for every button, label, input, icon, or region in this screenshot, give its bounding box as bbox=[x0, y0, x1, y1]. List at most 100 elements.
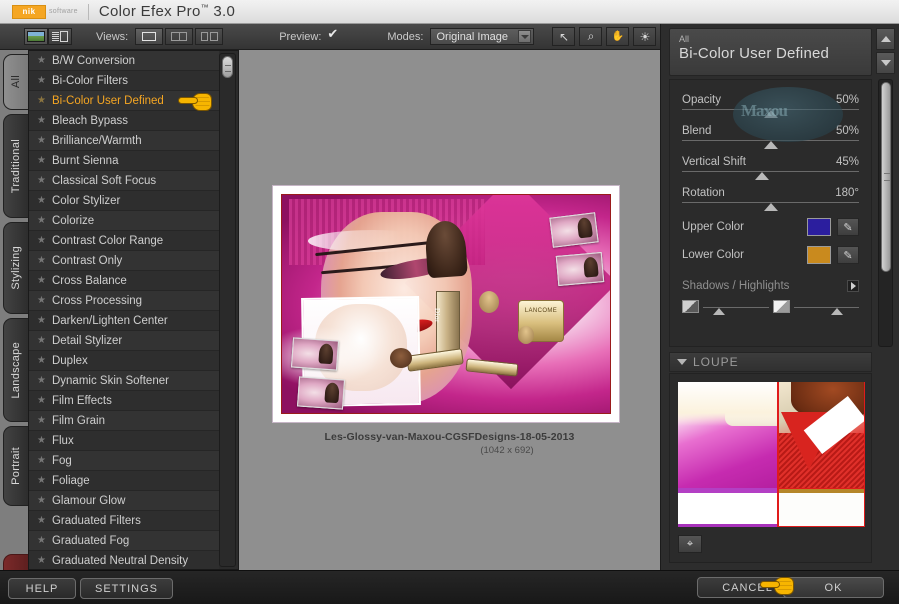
filter-list-item[interactable]: ★ Duplex bbox=[29, 351, 219, 371]
shadow-chip[interactable] bbox=[682, 300, 699, 313]
star-icon[interactable]: ★ bbox=[37, 95, 46, 106]
filter-list-item[interactable]: ★ Contrast Only bbox=[29, 251, 219, 271]
filter-list-item[interactable]: ★ Graduated Neutral Density bbox=[29, 551, 219, 569]
filter-list-item[interactable]: ★ Cross Balance bbox=[29, 271, 219, 291]
highlight-chip[interactable] bbox=[772, 300, 790, 313]
color-swatch[interactable] bbox=[807, 246, 831, 264]
filter-list-item[interactable]: ★ Bleach Bypass bbox=[29, 111, 219, 131]
slider-knob[interactable] bbox=[754, 172, 769, 180]
ok-button[interactable]: OK bbox=[783, 577, 884, 598]
star-icon[interactable]: ★ bbox=[37, 435, 46, 446]
loupe-preview[interactable] bbox=[678, 382, 865, 527]
star-icon[interactable]: ★ bbox=[37, 155, 46, 166]
eyedropper-icon[interactable]: ✎ bbox=[837, 218, 859, 236]
arrow-select-tool[interactable]: ↖ bbox=[552, 27, 576, 46]
slider-opacity[interactable]: Opacity 50% bbox=[682, 94, 859, 118]
rail-tab-stylizing[interactable]: Stylizing bbox=[3, 222, 28, 314]
star-icon[interactable]: ★ bbox=[37, 415, 46, 426]
filter-list-scrollbar[interactable] bbox=[219, 53, 236, 567]
preview-image[interactable]: Dior LANCOME bbox=[281, 194, 611, 414]
filter-list-item[interactable]: ★ Brilliance/Warmth bbox=[29, 131, 219, 151]
highlight-knob[interactable] bbox=[831, 308, 844, 315]
star-icon[interactable]: ★ bbox=[37, 335, 46, 346]
next-filter-button[interactable] bbox=[876, 52, 895, 74]
filter-list-item[interactable]: ★ Detail Stylizer bbox=[29, 331, 219, 351]
filter-list-item[interactable]: ★ Colorize bbox=[29, 211, 219, 231]
star-icon[interactable]: ★ bbox=[37, 375, 46, 386]
slider-blend[interactable]: Blend 50% bbox=[682, 125, 859, 149]
settings-button[interactable]: SETTINGS bbox=[80, 578, 173, 599]
star-icon[interactable]: ★ bbox=[37, 475, 46, 486]
filter-list[interactable]: ★ B/W Conversion ★ Bi-Color Filters ★ Bi-Colo… bbox=[29, 51, 219, 569]
help-button[interactable]: HELP bbox=[8, 578, 76, 599]
filter-list-item[interactable]: ★ B/W Conversion bbox=[29, 51, 219, 71]
settings-scrollbar[interactable] bbox=[878, 79, 893, 347]
rail-tab-traditional[interactable]: Traditional bbox=[3, 114, 28, 218]
view-sidebyside-button[interactable] bbox=[195, 28, 224, 45]
preview-checkbox[interactable] bbox=[327, 26, 339, 42]
star-icon[interactable]: ★ bbox=[37, 495, 46, 506]
slider-track[interactable] bbox=[682, 202, 859, 211]
filter-list-item[interactable]: ★ Fog bbox=[29, 451, 219, 471]
filter-list-item[interactable]: ★ Bi-Color Filters bbox=[29, 71, 219, 91]
slider-rotation[interactable]: Rotation 180° bbox=[682, 187, 859, 211]
rail-tab-all[interactable]: All bbox=[3, 54, 28, 110]
star-icon[interactable]: ★ bbox=[37, 535, 46, 546]
filter-list-item[interactable]: ★ Contrast Color Range bbox=[29, 231, 219, 251]
rail-tab-landscape[interactable]: Landscape bbox=[3, 318, 28, 422]
brightness-tool[interactable]: ☀ bbox=[633, 27, 657, 46]
filter-list-item[interactable]: ★ Graduated Filters bbox=[29, 511, 219, 531]
loupe-lock-button[interactable]: ⌖ bbox=[678, 535, 702, 553]
filter-list-item[interactable]: ★ Color Stylizer bbox=[29, 191, 219, 211]
star-icon[interactable]: ★ bbox=[37, 295, 46, 306]
slider-track[interactable] bbox=[682, 171, 859, 180]
filter-list-item[interactable]: ★ Dynamic Skin Softener bbox=[29, 371, 219, 391]
list-view-button[interactable] bbox=[48, 28, 72, 45]
star-icon[interactable]: ★ bbox=[37, 255, 46, 266]
star-icon[interactable]: ★ bbox=[37, 515, 46, 526]
star-icon[interactable]: ★ bbox=[37, 75, 46, 86]
filter-list-item[interactable]: ★ Darken/Lighten Center bbox=[29, 311, 219, 331]
settings-scrollbar-thumb[interactable] bbox=[881, 82, 891, 272]
preview-canvas[interactable]: Dior LANCOME Les-Glossy-van-Maxou-CGSFDe… bbox=[239, 50, 660, 570]
star-icon[interactable]: ★ bbox=[37, 395, 46, 406]
rail-tab-portrait[interactable]: Portrait bbox=[3, 426, 28, 506]
scrollbar-thumb[interactable] bbox=[222, 56, 233, 78]
filter-list-item[interactable]: ★ Foliage bbox=[29, 471, 219, 491]
filter-list-item[interactable]: ★ Film Effects bbox=[29, 391, 219, 411]
slider-knob[interactable] bbox=[763, 110, 778, 118]
star-icon[interactable]: ★ bbox=[37, 555, 46, 566]
pan-tool[interactable]: ✋ bbox=[606, 27, 630, 46]
slider-knob[interactable] bbox=[763, 141, 778, 149]
star-icon[interactable]: ★ bbox=[37, 55, 46, 66]
filter-list-item[interactable]: ★ Graduated Fog bbox=[29, 531, 219, 551]
eyedropper-icon[interactable]: ✎ bbox=[837, 246, 859, 264]
slider-vertical-shift[interactable]: Vertical Shift 45% bbox=[682, 156, 859, 180]
filter-list-item[interactable]: ★ Bi-Color User Defined bbox=[29, 91, 219, 111]
star-icon[interactable]: ★ bbox=[37, 355, 46, 366]
star-icon[interactable]: ★ bbox=[37, 455, 46, 466]
zoom-tool[interactable]: ⌕ bbox=[579, 27, 603, 46]
filter-list-item[interactable]: ★ Film Grain bbox=[29, 411, 219, 431]
slider-track[interactable] bbox=[682, 140, 859, 149]
view-single-button[interactable] bbox=[135, 28, 164, 45]
thumbnail-view-button[interactable] bbox=[24, 28, 48, 45]
star-icon[interactable]: ★ bbox=[37, 195, 46, 206]
filter-list-item[interactable]: ★ Classical Soft Focus bbox=[29, 171, 219, 191]
expand-arrow-icon[interactable] bbox=[847, 280, 859, 292]
slider-knob[interactable] bbox=[763, 203, 778, 211]
filter-list-item[interactable]: ★ Flux bbox=[29, 431, 219, 451]
shadow-knob[interactable] bbox=[713, 308, 726, 315]
highlight-track[interactable] bbox=[793, 307, 859, 315]
view-split-button[interactable] bbox=[165, 28, 194, 45]
color-swatch[interactable] bbox=[807, 218, 831, 236]
loupe-header[interactable]: LOUPE bbox=[669, 352, 872, 372]
slider-track[interactable] bbox=[682, 109, 859, 118]
star-icon[interactable]: ★ bbox=[37, 135, 46, 146]
star-icon[interactable]: ★ bbox=[37, 315, 46, 326]
previous-filter-button[interactable] bbox=[876, 28, 895, 50]
star-icon[interactable]: ★ bbox=[37, 115, 46, 126]
shadow-track[interactable] bbox=[703, 307, 769, 315]
star-icon[interactable]: ★ bbox=[37, 215, 46, 226]
mode-select[interactable]: Original Image bbox=[430, 28, 535, 45]
